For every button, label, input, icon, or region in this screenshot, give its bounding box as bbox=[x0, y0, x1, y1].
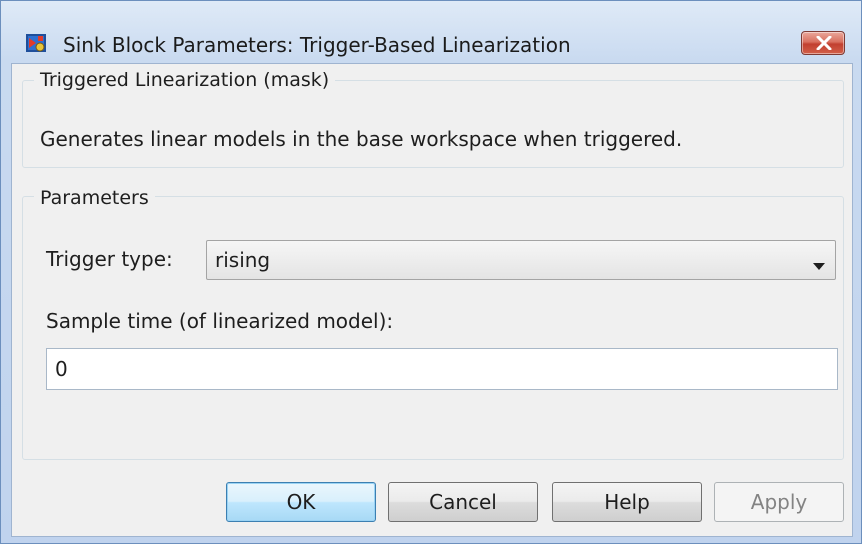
description-groupbox bbox=[22, 80, 844, 168]
description-text: Generates linear models in the base work… bbox=[40, 127, 683, 151]
trigger-type-value: rising bbox=[215, 248, 271, 272]
title-bar[interactable]: Sink Block Parameters: Trigger-Based Lin… bbox=[1, 1, 861, 57]
close-icon bbox=[816, 36, 832, 50]
trigger-type-select[interactable]: rising bbox=[206, 240, 836, 280]
ok-button[interactable]: OK bbox=[226, 482, 376, 522]
dialog-client-area: Triggered Linearization (mask) Generates… bbox=[11, 63, 853, 537]
trigger-type-label: Trigger type: bbox=[46, 247, 173, 271]
description-group-title: Triggered Linearization (mask) bbox=[34, 68, 336, 92]
sample-time-input[interactable]: 0 bbox=[46, 348, 838, 390]
chevron-down-icon bbox=[813, 256, 825, 275]
close-button[interactable] bbox=[801, 31, 845, 55]
sample-time-label: Sample time (of linearized model): bbox=[46, 309, 394, 333]
apply-button[interactable]: Apply bbox=[714, 482, 844, 522]
simulink-block-icon bbox=[25, 32, 47, 54]
window-title: Sink Block Parameters: Trigger-Based Lin… bbox=[63, 33, 571, 57]
dialog-window: Sink Block Parameters: Trigger-Based Lin… bbox=[0, 0, 862, 544]
parameters-group-title: Parameters bbox=[34, 186, 155, 210]
help-button[interactable]: Help bbox=[552, 482, 702, 522]
cancel-button[interactable]: Cancel bbox=[388, 482, 538, 522]
sample-time-value: 0 bbox=[55, 357, 68, 381]
